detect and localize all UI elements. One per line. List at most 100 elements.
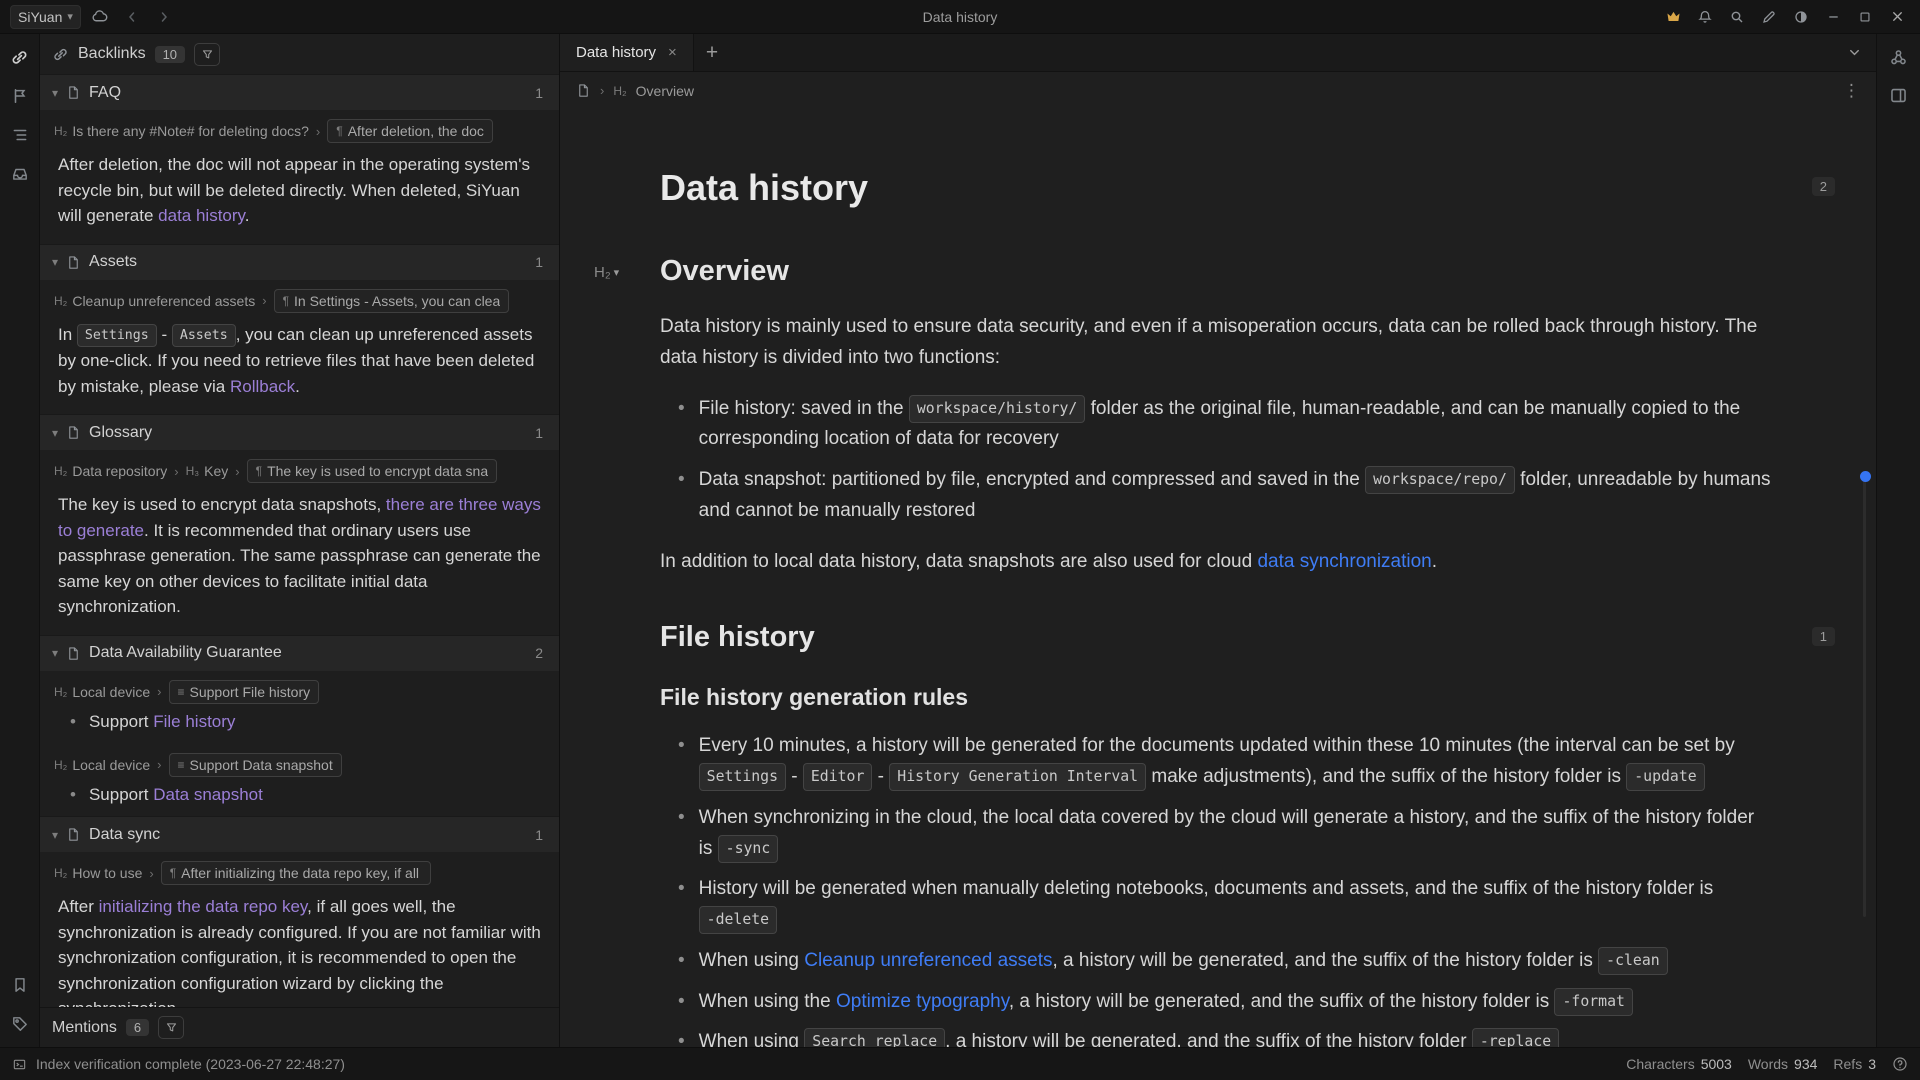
breadcrumb-segment[interactable]: H₂Cleanup unreferenced assets: [54, 293, 255, 309]
workspace-switcher[interactable]: SiYuan ▾: [10, 5, 81, 29]
heading-h3[interactable]: File history generation rules: [660, 684, 1771, 711]
backlink-breadcrumb[interactable]: H₂Local device›≡Support Data snapshot: [40, 744, 559, 780]
backlink-content[interactable]: The key is used to encrypt data snapshot…: [40, 486, 559, 635]
tab-close-icon[interactable]: ×: [668, 44, 677, 61]
document[interactable]: Data history2 H₂▾Overview Data history is …: [560, 109, 1876, 1047]
heading-h1[interactable]: Data history2: [660, 167, 1771, 209]
code-chip: workspace/history/: [909, 395, 1086, 423]
search-icon[interactable]: [1724, 4, 1750, 30]
vip-crown-icon[interactable]: [1660, 4, 1686, 30]
backlink-count-badge[interactable]: 1: [1812, 627, 1835, 646]
list-item[interactable]: •When using Cleanup unreferenced assets,…: [660, 946, 1771, 977]
backlinks-header[interactable]: Backlinks 10: [40, 34, 559, 74]
list-item[interactable]: •History will be generated when manually…: [660, 874, 1771, 936]
breadcrumb-segment[interactable]: ≡Support File history: [169, 680, 320, 704]
close-icon[interactable]: [1884, 4, 1910, 30]
minimize-icon[interactable]: [1820, 4, 1846, 30]
chevron-down-icon[interactable]: ▾: [52, 255, 58, 269]
bookmark-dock-icon[interactable]: [9, 974, 31, 996]
backlinks-section-header[interactable]: ▾FAQ1: [40, 74, 559, 110]
backlink-count-badge[interactable]: 2: [1812, 177, 1835, 196]
backlink-content[interactable]: After initializing the data repo key, if…: [40, 888, 559, 1007]
tag-dock-icon[interactable]: [9, 1013, 31, 1035]
inline-link[interactable]: initializing the data repo key: [99, 897, 308, 916]
back-icon[interactable]: [119, 4, 145, 30]
list-item[interactable]: •File history: saved in the workspace/hi…: [660, 394, 1771, 456]
chevron-down-icon[interactable]: ▾: [52, 646, 58, 660]
mentions-filter-button[interactable]: [158, 1016, 184, 1039]
tab-list-chevron-icon[interactable]: [1847, 45, 1862, 60]
breadcrumb-segment[interactable]: ¶After initializing the data repo key, i…: [161, 861, 431, 885]
breadcrumb-segment[interactable]: ≡Support Data snapshot: [169, 753, 342, 777]
inline-link[interactable]: Rollback: [230, 377, 295, 396]
document-icon[interactable]: [576, 83, 591, 98]
backlinks-section-header[interactable]: ▾Assets1: [40, 244, 559, 280]
breadcrumb-segment[interactable]: H₂Local device: [54, 684, 150, 700]
paragraph[interactable]: In addition to local data history, data …: [660, 547, 1771, 578]
list-item[interactable]: •When using the Optimize typography, a h…: [660, 987, 1771, 1018]
breadcrumb-item-overview[interactable]: Overview: [636, 83, 694, 99]
flag-dock-icon[interactable]: [9, 85, 31, 107]
mentions-header[interactable]: Mentions 6: [40, 1007, 559, 1047]
maximize-icon[interactable]: [1852, 4, 1878, 30]
inbox-dock-icon[interactable]: [9, 163, 31, 185]
inline-link[interactable]: data history: [158, 206, 245, 225]
chevron-down-icon[interactable]: ▾: [52, 86, 58, 100]
status-left: Index verification complete (2023-06-27 …: [12, 1056, 345, 1072]
scroll-indicator-dot[interactable]: [1860, 471, 1871, 482]
breadcrumb-segment[interactable]: H₂Data repository: [54, 463, 167, 479]
outline-dock-icon[interactable]: [9, 124, 31, 146]
backlinks-dock-icon[interactable]: [9, 46, 31, 68]
backlinks-section-header[interactable]: ▾Glossary1: [40, 414, 559, 450]
backlink-breadcrumb[interactable]: H₂Cleanup unreferenced assets›¶In Settin…: [40, 280, 559, 316]
backlink-list-item[interactable]: •Support File history: [40, 707, 559, 744]
inline-link[interactable]: Cleanup unreferenced assets: [804, 950, 1052, 971]
backlink-content[interactable]: In Settings - Assets, you can clean up u…: [40, 316, 559, 415]
list-item[interactable]: •Data snapshot: partitioned by file, enc…: [660, 465, 1771, 527]
heading-h2[interactable]: H₂▾Overview: [660, 255, 1771, 288]
breadcrumb-separator: ›: [174, 464, 178, 479]
breadcrumb-segment[interactable]: ¶The key is used to encrypt data sna: [247, 459, 497, 483]
breadcrumb-segment[interactable]: H₂Is there any #Note# for deleting docs?: [54, 123, 309, 139]
breadcrumb-segment[interactable]: H₂How to use: [54, 865, 142, 881]
collapse-arrow-icon[interactable]: ▾: [614, 266, 620, 279]
forward-icon[interactable]: [151, 4, 177, 30]
inline-link[interactable]: Data snapshot: [153, 785, 263, 804]
breadcrumb-segment[interactable]: ¶In Settings - Assets, you can clea: [274, 289, 510, 313]
more-icon[interactable]: ⋮: [1843, 81, 1860, 101]
backlink-breadcrumb[interactable]: H₂Is there any #Note# for deleting docs?…: [40, 110, 559, 146]
cloud-sync-icon[interactable]: [87, 4, 113, 30]
chevron-down-icon[interactable]: ▾: [52, 426, 58, 440]
breadcrumb-segment[interactable]: H₂Local device: [54, 757, 150, 773]
chevron-down-icon[interactable]: ▾: [52, 828, 58, 842]
breadcrumb-segment[interactable]: H₃Key: [186, 463, 229, 479]
list-item[interactable]: •When using Search replace, a history wi…: [660, 1027, 1771, 1047]
backlinks-filter-button[interactable]: [194, 43, 220, 66]
list-item[interactable]: •Every 10 minutes, a history will be gen…: [660, 731, 1771, 793]
backlink-breadcrumb[interactable]: H₂Data repository›H₃Key›¶The key is used…: [40, 450, 559, 486]
breadcrumb-segment[interactable]: ¶After deletion, the doc: [327, 119, 493, 143]
index-log-icon[interactable]: [12, 1057, 27, 1072]
help-icon[interactable]: [1892, 1056, 1908, 1072]
list-item[interactable]: •When synchronizing in the cloud, the lo…: [660, 803, 1771, 865]
inline-link[interactable]: Optimize typography: [836, 991, 1009, 1012]
heading-gutter[interactable]: H₂▾: [594, 264, 619, 281]
backlink-list-item[interactable]: •Support Data snapshot: [40, 780, 559, 817]
backlink-breadcrumb[interactable]: H₂Local device›≡Support File history: [40, 671, 559, 707]
theme-mode-icon[interactable]: [1788, 4, 1814, 30]
new-tab-button[interactable]: +: [706, 41, 718, 65]
paragraph[interactable]: Data history is mainly used to ensure da…: [660, 312, 1771, 374]
backlinks-section-header[interactable]: ▾Data Availability Guarantee2: [40, 635, 559, 671]
backlink-breadcrumb[interactable]: H₂How to use›¶After initializing the dat…: [40, 852, 559, 888]
tab-data-history[interactable]: Data history ×: [560, 34, 694, 71]
inline-link[interactable]: data synchronization: [1257, 551, 1431, 572]
backlinks-section-header[interactable]: ▾Data sync1: [40, 816, 559, 852]
notifications-icon[interactable]: [1692, 4, 1718, 30]
scroll-track[interactable]: [1863, 477, 1866, 917]
graph-dock-icon[interactable]: [1888, 46, 1910, 68]
heading-h2[interactable]: File history1: [660, 621, 1771, 654]
inline-link[interactable]: File history: [153, 712, 235, 731]
dock-right-panel-icon[interactable]: [1888, 84, 1910, 106]
backlink-content[interactable]: After deletion, the doc will not appear …: [40, 146, 559, 244]
edit-lock-icon[interactable]: [1756, 4, 1782, 30]
